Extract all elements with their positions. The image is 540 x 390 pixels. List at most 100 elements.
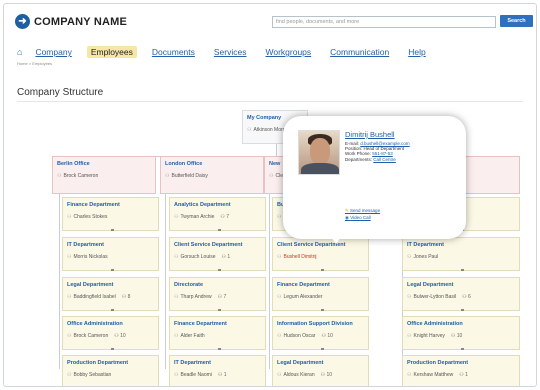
company-logo[interactable]: ➜ COMPANY NAME [15, 14, 127, 29]
connector [269, 194, 270, 369]
divider [17, 101, 523, 102]
expand-handle[interactable] [461, 348, 464, 350]
org-node-department[interactable]: Directorate ⚇ Tharp Andrew ⚇ 7 [169, 277, 266, 311]
employee-count: ⚇ 7 [217, 294, 227, 300]
employee-count: ⚇ 10 [321, 333, 333, 339]
person-icon: ⚇ [277, 333, 282, 339]
node-title: Client Service Department [277, 242, 346, 248]
main-nav: ⌂ Company Employees Documents Services W… [17, 46, 441, 58]
org-node-department[interactable]: IT Department ⚇ Morris Nickolas [62, 237, 159, 271]
send-message-link[interactable]: Send message [350, 208, 380, 213]
person-icon: ⚇ [57, 173, 62, 179]
node-person[interactable]: Bobby Sebastian [73, 372, 111, 378]
nav-workgroups[interactable]: Workgroups [261, 46, 315, 58]
org-node-department[interactable]: Legal Department ⚇ Aldous Kieran ⚇ 10 [272, 355, 369, 386]
employee-photo[interactable] [298, 130, 340, 175]
org-node-department[interactable]: Production Department ⚇ Kershaw Matthew ⚇ 1 [402, 355, 520, 386]
org-node-department[interactable]: Finance Department ⚇ Legum Alexander [272, 277, 369, 311]
node-person[interactable]: Baddingfield Isabel [73, 294, 115, 300]
node-title: IT Department [407, 242, 444, 248]
department-link[interactable]: Call Centre [373, 157, 396, 162]
org-node-department[interactable]: IT Department ⚇ Jones Paul [402, 237, 520, 271]
nav-communication[interactable]: Communication [326, 46, 393, 58]
node-person[interactable]: Butterfield Daisy [171, 173, 207, 179]
org-node-department[interactable]: Office Administration ⚇ Brock Cameron ⚇ 10 [62, 316, 159, 350]
org-node-department[interactable]: IT Department ⚇ Beadle Naomi ⚇ 1 [169, 355, 266, 386]
org-node-department[interactable]: Information Support Division ⚇ Hudson Osca… [272, 316, 369, 350]
nav-services[interactable]: Services [210, 46, 251, 58]
node-person[interactable]: Kershaw Matthew [413, 372, 453, 378]
node-person[interactable]: Charles Stokes [73, 214, 107, 220]
node-title: Client Service Department [174, 242, 243, 248]
connector [165, 194, 166, 369]
node-person[interactable]: Hudson Oscar [283, 333, 315, 339]
node-title: Information Support Division [277, 321, 353, 327]
home-icon[interactable]: ⌂ [17, 47, 22, 57]
nav-help[interactable]: Help [404, 46, 429, 58]
employee-count: ⚇ 1 [217, 372, 227, 378]
expand-handle[interactable] [320, 269, 324, 271]
node-title: Legal Department [67, 282, 114, 288]
expand-handle[interactable] [217, 348, 221, 350]
employee-count: ⚇ 10 [320, 372, 333, 378]
expand-handle[interactable] [217, 229, 221, 231]
nav-employees[interactable]: Employees [86, 46, 137, 58]
org-node-department[interactable]: Client Service Department ⚇ Bushell Dimitr… [272, 237, 369, 271]
search-input[interactable]: find people, documents, and more [272, 16, 496, 28]
node-person[interactable]: Brock Cameron [63, 173, 98, 179]
expand-handle[interactable] [110, 269, 114, 271]
node-person[interactable]: Bushell Dimitrij [283, 254, 316, 260]
node-person[interactable]: Legum Alexander [283, 294, 322, 300]
org-node-department[interactable]: Legal Department ⚇ Baddingfield Isabel ⚇ 8 [62, 277, 159, 311]
expand-handle[interactable] [217, 309, 221, 311]
node-person[interactable]: Tharp Andrew [180, 294, 211, 300]
person-icon: ⚇ [174, 294, 179, 300]
nav-company[interactable]: Company [31, 46, 75, 58]
node-person[interactable]: Gorsuch Louise [180, 254, 215, 260]
expand-handle[interactable] [110, 229, 114, 231]
node-person[interactable]: Bulwer-Lytton Basil [413, 294, 456, 300]
node-person[interactable]: Morris Nickolas [73, 254, 107, 260]
node-person[interactable]: Aldous Kieran [283, 372, 314, 378]
org-node-department[interactable]: Production Department ⚇ Bobby Sebastian [62, 355, 159, 386]
org-node-department[interactable]: Office Administration ⚇ Knight Harvey ⚇ 10 [402, 316, 520, 350]
page-title: Company Structure [17, 87, 104, 98]
org-node-department[interactable]: Finance Department ⚇ Alder Faith [169, 316, 266, 350]
person-icon: ⚇ [67, 333, 72, 339]
node-title: Production Department [407, 360, 469, 366]
org-node-department[interactable]: Finance Department ⚇ Charles Stokes [62, 197, 159, 231]
expand-handle[interactable] [217, 269, 221, 271]
expand-handle[interactable] [320, 348, 324, 350]
expand-handle[interactable] [110, 309, 114, 311]
person-icon: ⚇ [174, 372, 179, 378]
node-person[interactable]: Alder Faith [180, 333, 204, 339]
employee-count: ⚇ 10 [450, 333, 463, 339]
node-title: Berlin Office [57, 161, 90, 167]
arrow-right-icon: ➜ [15, 14, 30, 29]
search-button[interactable]: Search [500, 15, 533, 27]
node-person[interactable]: Brock Cameron [73, 333, 108, 339]
node-person[interactable]: Jones Paul [413, 254, 438, 260]
org-node-office[interactable]: London Office ⚇ Butterfield Daisy [160, 156, 264, 194]
org-node-department[interactable]: Analytics Department ⚇ Twyman Archie ⚇ 7 [169, 197, 266, 231]
person-icon: ⚇ [165, 173, 170, 179]
node-person[interactable]: Twyman Archie [180, 214, 214, 220]
org-node-office[interactable]: Berlin Office ⚇ Brock Cameron [52, 156, 156, 194]
org-node-department[interactable]: Client Service Department ⚇ Gorsuch Louise… [169, 237, 266, 271]
node-person[interactable]: Beadle Naomi [180, 372, 211, 378]
node-title: Directorate [174, 282, 204, 288]
node-title: Production Department [67, 360, 129, 366]
node-title: Finance Department [67, 202, 120, 208]
node-title: London Office [165, 161, 203, 167]
video-call-link[interactable]: Video Call [350, 215, 370, 220]
employee-count: ⚇ 6 [462, 294, 471, 300]
employee-name[interactable]: Dimitrij Bushell [345, 130, 395, 139]
node-person[interactable]: Knight Harvey [413, 333, 444, 339]
expand-handle[interactable] [461, 309, 464, 311]
expand-handle[interactable] [320, 309, 324, 311]
org-node-department[interactable]: Legal Department ⚇ Bulwer-Lytton Basil ⚇ 6 [402, 277, 520, 311]
expand-handle[interactable] [461, 269, 464, 271]
expand-handle[interactable] [110, 348, 114, 350]
nav-documents[interactable]: Documents [148, 46, 199, 58]
person-icon: ⚇ [67, 214, 72, 220]
